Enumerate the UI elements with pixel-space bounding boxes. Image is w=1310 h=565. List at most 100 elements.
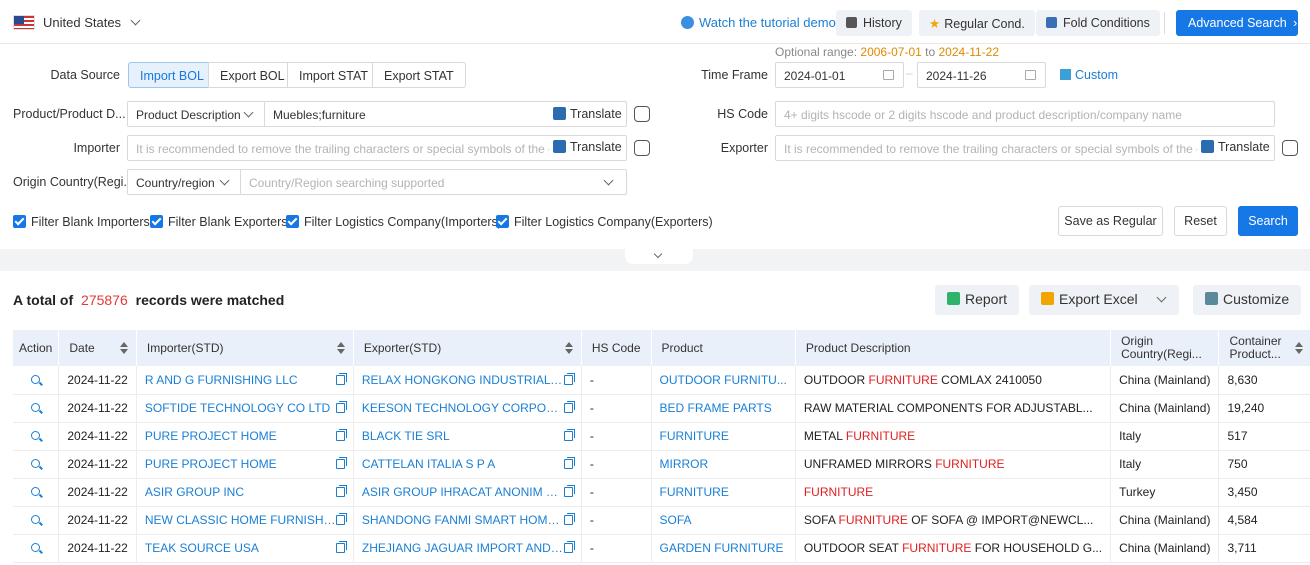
- copy-icon[interactable]: [335, 541, 347, 553]
- table-row[interactable]: 2024-11-22 PURE PROJECT HOME CATTELAN ITAL…: [13, 450, 1310, 479]
- importer-cell[interactable]: SOFTIDE TECHNOLOGY CO LTD: [136, 394, 354, 423]
- exporter-link[interactable]: RELAX HONGKONG INDUSTRIAL C...: [362, 373, 564, 387]
- importer-link[interactable]: PURE PROJECT HOME: [145, 429, 336, 443]
- save-regular-button[interactable]: Save as Regular: [1058, 206, 1163, 236]
- exporter-link[interactable]: ASIR GROUP IHRACAT ANONIM SI...: [362, 485, 564, 499]
- filter-blank-importers-checkbox[interactable]: Filter Blank Importers: [13, 215, 150, 229]
- table-row[interactable]: 2024-11-22 TEAK SOURCE USA ZHEJIANG JAGUAR…: [13, 534, 1310, 563]
- origin-input[interactable]: Country/Region searching supported: [240, 169, 627, 195]
- importer-cell[interactable]: ASIR GROUP INC: [136, 478, 354, 507]
- search-icon[interactable]: [31, 515, 41, 524]
- collapse-toggle[interactable]: [625, 249, 693, 264]
- country-selector[interactable]: United States: [43, 15, 141, 30]
- table-row[interactable]: 2024-11-22 ASIR GROUP INC ASIR GROUP IHRAC…: [13, 478, 1310, 507]
- tab-export-bol[interactable]: Export BOL: [208, 62, 297, 88]
- exporter-options-icon[interactable]: [1282, 140, 1298, 156]
- copy-icon[interactable]: [335, 429, 347, 441]
- table-row[interactable]: 2024-11-22 SOFTIDE TECHNOLOGY CO LTD KEESO…: [13, 394, 1310, 423]
- importer-link[interactable]: ASIR GROUP INC: [145, 485, 336, 499]
- product-cell[interactable]: FURNITURE: [651, 478, 796, 507]
- exporter-cell[interactable]: ASIR GROUP IHRACAT ANONIM SI...: [353, 478, 582, 507]
- product-translate-button[interactable]: Translate: [553, 107, 622, 121]
- header-date[interactable]: Date: [58, 330, 137, 366]
- product-type-select[interactable]: Product Description: [127, 101, 265, 127]
- search-icon[interactable]: [31, 543, 41, 552]
- importer-cell[interactable]: PURE PROJECT HOME: [136, 450, 354, 479]
- tutorial-link[interactable]: Watch the tutorial demo: [681, 15, 836, 30]
- fold-conditions-button[interactable]: Fold Conditions: [1036, 10, 1160, 36]
- importer-input[interactable]: It is recommended to remove the trailing…: [127, 135, 627, 161]
- filter-logistics-exporters-checkbox[interactable]: Filter Logistics Company(Exporters): [496, 215, 713, 229]
- exporter-translate-button[interactable]: Translate: [1201, 140, 1270, 154]
- header-importer[interactable]: Importer(STD): [136, 330, 354, 366]
- product-cell[interactable]: MIRROR: [651, 450, 796, 479]
- copy-icon[interactable]: [335, 401, 347, 413]
- us-flag-icon[interactable]: [13, 15, 35, 30]
- product-cell[interactable]: SOFA: [651, 506, 796, 535]
- exporter-cell[interactable]: KEESON TECHNOLOGY CORPORA...: [353, 394, 582, 423]
- importer-link[interactable]: TEAK SOURCE USA: [145, 541, 336, 555]
- search-icon[interactable]: [31, 431, 41, 440]
- table-row[interactable]: 2024-11-22 PURE PROJECT HOME BLACK TIE SRL…: [13, 422, 1310, 451]
- copy-icon[interactable]: [563, 485, 575, 497]
- importer-link[interactable]: R AND G FURNISHING LLC: [145, 373, 336, 387]
- sort-icon[interactable]: [119, 342, 128, 354]
- exporter-link[interactable]: ZHEJIANG JAGUAR IMPORT AND ...: [362, 541, 564, 555]
- filter-logistics-importers-checkbox[interactable]: Filter Logistics Company(Importers): [286, 215, 502, 229]
- copy-icon[interactable]: [335, 372, 347, 385]
- search-icon[interactable]: [31, 374, 41, 384]
- importer-link[interactable]: PURE PROJECT HOME: [145, 457, 336, 471]
- copy-icon[interactable]: [335, 457, 347, 469]
- copy-icon[interactable]: [563, 513, 575, 525]
- export-excel-button[interactable]: Export Excel: [1029, 285, 1179, 315]
- importer-translate-button[interactable]: Translate: [553, 140, 622, 154]
- sort-icon[interactable]: [1295, 342, 1304, 354]
- sort-icon[interactable]: [336, 342, 345, 354]
- product-cell[interactable]: BED FRAME PARTS: [651, 394, 796, 423]
- start-date-input[interactable]: 2024-01-01: [775, 62, 904, 88]
- importer-cell[interactable]: TEAK SOURCE USA: [136, 534, 354, 563]
- hs-code-input[interactable]: 4+ digits hscode or 2 digits hscode and …: [775, 101, 1275, 127]
- tab-import-bol[interactable]: Import BOL: [128, 62, 216, 88]
- regular-cond-button[interactable]: ★ Regular Cond.: [919, 10, 1035, 36]
- search-icon[interactable]: [31, 487, 41, 496]
- copy-icon[interactable]: [563, 401, 575, 413]
- exporter-cell[interactable]: SHANDONG FANMI SMART HOME ...: [353, 506, 582, 535]
- exporter-link[interactable]: BLACK TIE SRL: [362, 429, 564, 443]
- product-cell[interactable]: GARDEN FURNITURE: [651, 534, 796, 563]
- tab-export-stat[interactable]: Export STAT: [372, 62, 466, 88]
- importer-options-icon[interactable]: [634, 140, 650, 156]
- search-icon[interactable]: [31, 459, 41, 468]
- report-button[interactable]: Report: [935, 285, 1020, 315]
- product-cell[interactable]: OUTDOOR FURNITU...: [651, 366, 796, 395]
- exporter-link[interactable]: CATTELAN ITALIA S P A: [362, 457, 564, 471]
- chevron-down-icon[interactable]: [1156, 292, 1167, 303]
- product-cell[interactable]: FURNITURE: [651, 422, 796, 451]
- history-button[interactable]: History: [836, 10, 912, 36]
- customize-button[interactable]: Customize: [1193, 285, 1302, 315]
- search-button[interactable]: Search: [1238, 206, 1298, 236]
- copy-icon[interactable]: [563, 372, 575, 385]
- exporter-cell[interactable]: RELAX HONGKONG INDUSTRIAL C...: [353, 366, 582, 395]
- exporter-input[interactable]: It is recommended to remove the trailing…: [775, 135, 1275, 161]
- table-row[interactable]: 2024-11-22 NEW CLASSIC HOME FURNISHING SHA…: [13, 506, 1310, 535]
- origin-type-select[interactable]: Country/region: [127, 169, 241, 195]
- tab-import-stat[interactable]: Import STAT: [287, 62, 380, 88]
- exporter-cell[interactable]: ZHEJIANG JAGUAR IMPORT AND ...: [353, 534, 582, 563]
- importer-link[interactable]: SOFTIDE TECHNOLOGY CO LTD: [145, 401, 336, 415]
- sort-icon[interactable]: [564, 342, 573, 354]
- importer-cell[interactable]: PURE PROJECT HOME: [136, 422, 354, 451]
- importer-link[interactable]: NEW CLASSIC HOME FURNISHING: [145, 513, 336, 527]
- copy-icon[interactable]: [563, 457, 575, 469]
- custom-range-link[interactable]: Custom: [1060, 68, 1118, 82]
- header-exporter[interactable]: Exporter(STD): [353, 330, 582, 366]
- table-row[interactable]: 2024-11-22 R AND G FURNISHING LLC RELAX HO…: [13, 366, 1310, 395]
- copy-icon[interactable]: [563, 429, 575, 441]
- filter-blank-exporters-checkbox[interactable]: Filter Blank Exporters: [150, 215, 287, 229]
- exporter-link[interactable]: KEESON TECHNOLOGY CORPORA...: [362, 401, 564, 415]
- exporter-cell[interactable]: BLACK TIE SRL: [353, 422, 582, 451]
- importer-cell[interactable]: NEW CLASSIC HOME FURNISHING: [136, 506, 354, 535]
- exporter-cell[interactable]: CATTELAN ITALIA S P A: [353, 450, 582, 479]
- search-icon[interactable]: [31, 403, 41, 412]
- reset-button[interactable]: Reset: [1174, 206, 1227, 236]
